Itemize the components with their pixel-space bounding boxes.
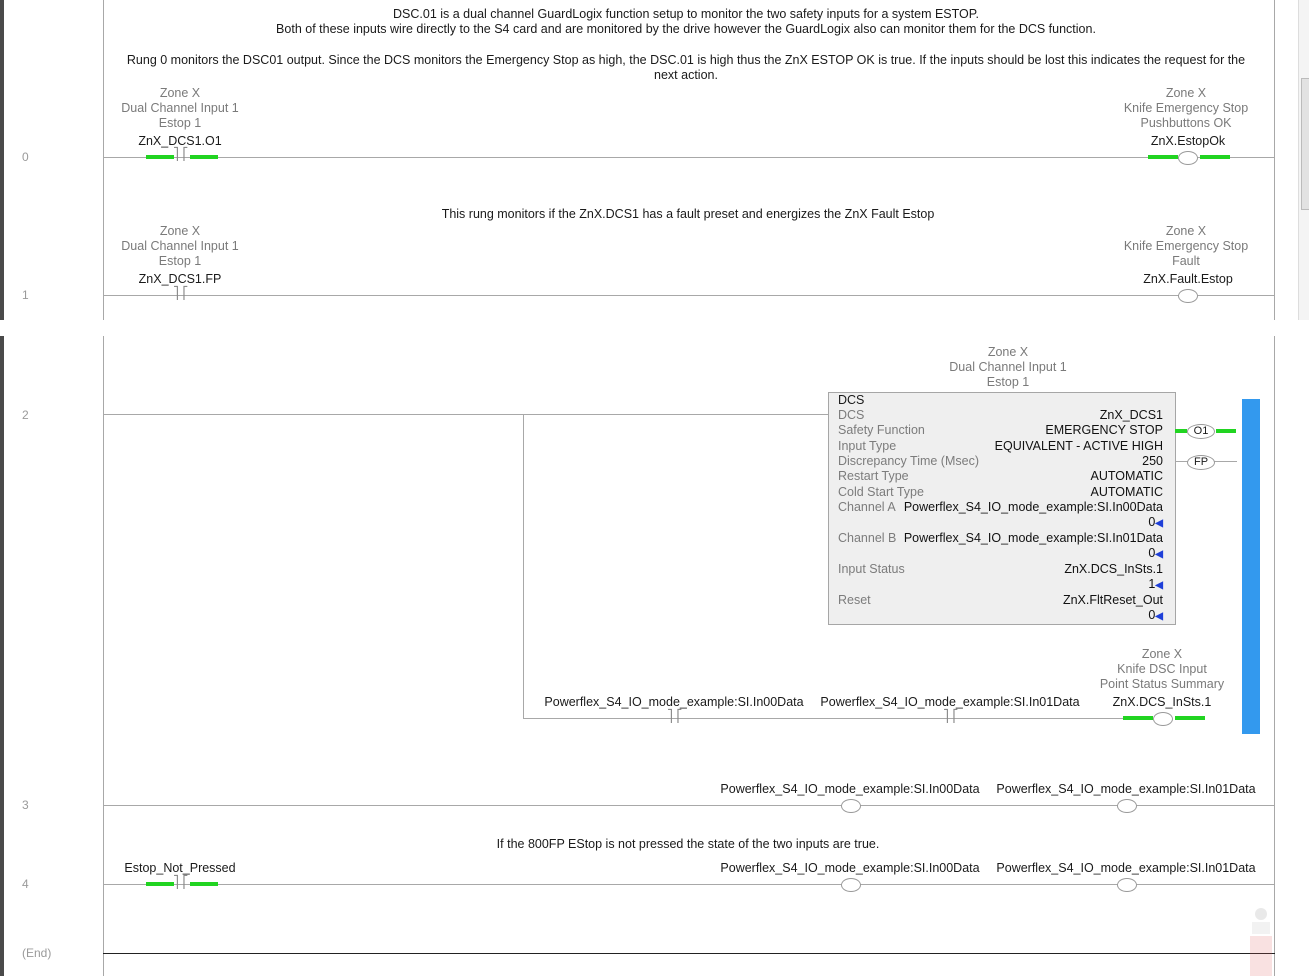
rung0-coil-power-right <box>1200 155 1230 159</box>
rung2-branch-contact1-tag[interactable]: Powerflex_S4_IO_mode_example:SI.In00Data <box>544 695 803 710</box>
dcs-row-reset[interactable]: Reset ZnX.FltReset_Out <box>838 593 1163 608</box>
rung3-coil1-symbol[interactable] <box>841 799 861 813</box>
rung2-branch-contact1-symbol[interactable]: ⎤ ⎡ <box>667 709 682 723</box>
dcs-output-o1[interactable]: O1 <box>1187 424 1215 439</box>
rung3-coil2-symbol[interactable] <box>1117 799 1137 813</box>
value-arrow-icon: ◀ <box>1155 549 1163 560</box>
power-flow-bar <box>1242 399 1260 734</box>
dcs-row-discrepancy: Discrepancy Time (Msec) 250 <box>838 454 1163 468</box>
rung4-contact-power-right <box>190 882 218 886</box>
rung2-branch-coil-power-left <box>1123 716 1153 720</box>
rung0-number: 0 <box>22 150 29 164</box>
rung0-contact-power-left <box>146 155 174 159</box>
rung2-wire-main <box>104 414 828 415</box>
dcs-channel-b-value: 0◀ <box>1148 546 1163 560</box>
rung4-wire <box>104 884 1274 885</box>
dcs-channel-a-value: 0◀ <box>1148 515 1163 529</box>
rung3-wire <box>104 805 1274 806</box>
rung4-contact-power-left <box>146 882 174 886</box>
rung3-number: 3 <box>22 798 29 812</box>
rung0-coil-tag[interactable]: ZnX.EstopOk <box>1151 134 1225 149</box>
rung1-contact-symbol[interactable]: ⎤ ⎡ <box>173 286 188 300</box>
rung1-number: 1 <box>22 288 29 302</box>
dcs-row-channel-b[interactable]: Channel B Powerflex_S4_IO_mode_example:SI… <box>838 531 1163 546</box>
end-rung-label: (End) <box>22 946 52 960</box>
screenshot-divider <box>0 320 1309 336</box>
rung2-branch-coil-tag[interactable]: ZnX.DCS_InSts.1 <box>1113 695 1212 710</box>
dcs-reset-value: 0◀ <box>1148 608 1163 622</box>
rung2-branch-contact2-symbol[interactable]: ⎤ ⎡ <box>943 709 958 723</box>
value-arrow-icon: ◀ <box>1155 611 1163 622</box>
rung0-contact-symbol[interactable]: ⎤ ⎡ <box>173 147 188 161</box>
value-arrow-icon: ◀ <box>1155 518 1163 529</box>
watermark-figure-icon <box>1250 908 1272 976</box>
rung3-coil1-tag[interactable]: Powerflex_S4_IO_mode_example:SI.In00Data <box>720 782 979 797</box>
rung3-coil2-tag[interactable]: Powerflex_S4_IO_mode_example:SI.In01Data <box>996 782 1255 797</box>
rung1-comment: This rung monitors if the ZnX.DCS1 has a… <box>441 207 935 221</box>
rung4-comment: If the 800FP EStop is not pressed the st… <box>496 837 880 851</box>
dcs-o1-power <box>1175 429 1187 433</box>
rung4-contact-symbol[interactable]: ⎤ ⎡ <box>173 875 188 889</box>
end-rung-line <box>103 953 1275 954</box>
dcs-row-cold-start: Cold Start Type AUTOMATIC <box>838 485 1163 499</box>
dcs-o1-power-right <box>1216 429 1236 433</box>
rung2-branch-wire <box>523 718 1123 719</box>
editor-left-border <box>0 0 4 976</box>
left-power-rail-lower <box>103 336 104 976</box>
rung0-wire <box>104 157 1274 158</box>
rung1-coil-tag[interactable]: ZnX.Fault.Estop <box>1143 272 1233 287</box>
rung0-comment-line2: Both of these inputs wire directly to th… <box>276 22 1096 36</box>
dcs-row-restart: Restart Type AUTOMATIC <box>838 469 1163 483</box>
rung2-branch-coil-symbol[interactable] <box>1153 712 1173 726</box>
dcs-row-safety-function: Safety Function EMERGENCY STOP <box>838 423 1163 437</box>
rung0-coil-symbol[interactable] <box>1178 151 1198 165</box>
rung2-branch-contact2-tag[interactable]: Powerflex_S4_IO_mode_example:SI.In01Data <box>820 695 1079 710</box>
rung4-coil2-tag[interactable]: Powerflex_S4_IO_mode_example:SI.In01Data <box>996 861 1255 876</box>
rung1-contact-tag[interactable]: ZnX_DCS1.FP <box>139 272 222 287</box>
scrollbar-thumb[interactable] <box>1301 78 1309 210</box>
rung0-contact-desc: Zone X Dual Channel Input 1 Estop 1 <box>121 86 239 130</box>
rung2-branch-coil-desc: Zone X Knife DSC Input Point Status Summar… <box>1099 647 1225 691</box>
rung0-coil-desc: Zone X Knife Emergency Stop Pushbuttons OK <box>1123 86 1249 130</box>
dcs-row-dcs: DCS ZnX_DCS1 <box>838 408 1163 422</box>
rung2-block-desc: Zone X Dual Channel Input 1 Estop 1 <box>949 345 1067 389</box>
dcs-block-title: DCS <box>838 393 865 407</box>
rung4-coil2-symbol[interactable] <box>1117 878 1137 892</box>
dcs-instruction-block[interactable]: DCS DCS ZnX_DCS1 Safety Function EMERGENCY… <box>828 392 1176 625</box>
dcs-row-channel-a[interactable]: Channel A Powerflex_S4_IO_mode_example:SI… <box>838 500 1163 515</box>
rung2-branch-coil-power-right <box>1175 716 1205 720</box>
dcs-row-input-type: Input Type EQUIVALENT - ACTIVE HIGH <box>838 439 1163 453</box>
rung0-contact-power-right <box>190 155 218 159</box>
left-power-rail <box>103 0 104 320</box>
rung4-coil1-tag[interactable]: Powerflex_S4_IO_mode_example:SI.In00Data <box>720 861 979 876</box>
right-power-rail-lower <box>1274 336 1275 976</box>
rung4-coil1-symbol[interactable] <box>841 878 861 892</box>
dcs-output-fp[interactable]: FP <box>1187 455 1215 470</box>
dcs-input-status-value: 1◀ <box>1148 577 1163 591</box>
rung1-contact-desc: Zone X Dual Channel Input 1 Estop 1 <box>121 224 239 268</box>
rung1-coil-desc: Zone X Knife Emergency Stop Fault <box>1123 224 1249 268</box>
dcs-row-input-status[interactable]: Input Status ZnX.DCS_InSts.1 <box>838 562 1163 577</box>
rung0-comment-line4: next action. <box>654 68 718 82</box>
vertical-scrollbar[interactable] <box>1298 0 1309 320</box>
rung4-number: 4 <box>22 877 29 891</box>
rung0-coil-power-left <box>1148 155 1178 159</box>
rung0-comment-line3: Rung 0 monitors the DSC01 output. Since … <box>126 53 1246 67</box>
rung2-number: 2 <box>22 408 29 422</box>
rung1-wire <box>104 295 1274 296</box>
right-power-rail <box>1274 0 1275 320</box>
value-arrow-icon: ◀ <box>1155 580 1163 591</box>
rung2-branch-down <box>523 414 524 718</box>
rung4-contact-tag[interactable]: Estop_Not_Pressed <box>124 861 235 876</box>
rung0-comment-line1: DSC.01 is a dual channel GuardLogix func… <box>393 7 979 21</box>
rung1-coil-symbol[interactable] <box>1178 289 1198 303</box>
